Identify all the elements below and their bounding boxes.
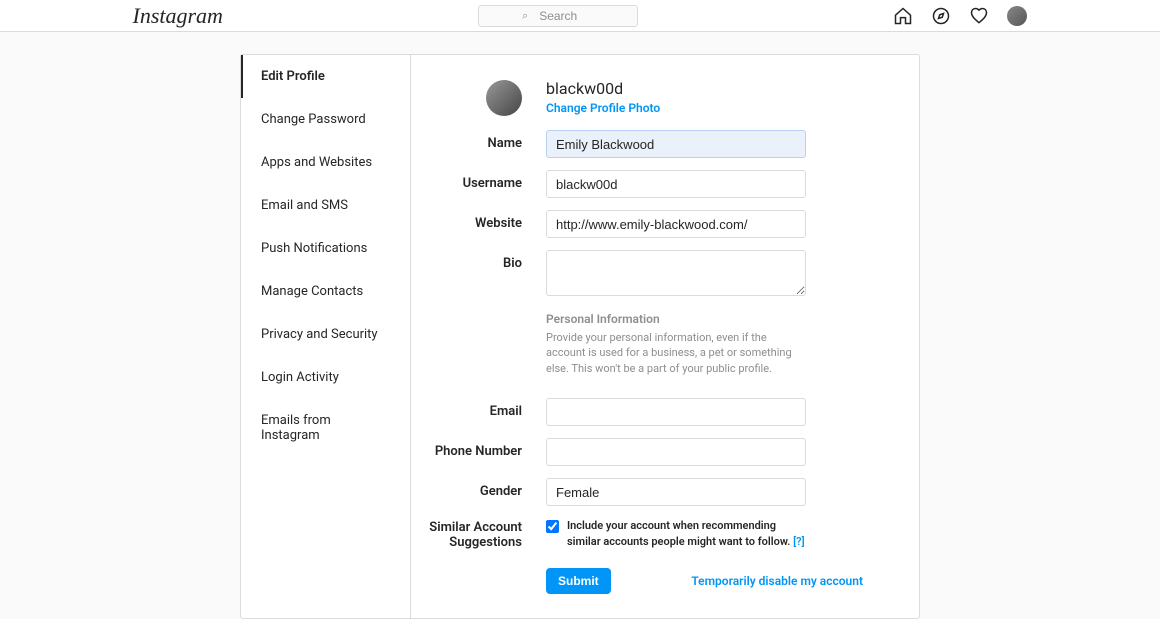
home-icon[interactable] <box>893 6 913 26</box>
similar-accounts-checkbox[interactable] <box>546 520 559 533</box>
sidebar-item-login-activity[interactable]: Login Activity <box>241 356 410 399</box>
sidebar-item-emails-instagram[interactable]: Emails from Instagram <box>241 399 410 457</box>
similar-help-link[interactable]: [?] <box>793 535 804 548</box>
sidebar-item-apps-websites[interactable]: Apps and Websites <box>241 141 410 184</box>
edit-profile-form: blackw00d Change Profile Photo Name User… <box>411 55 919 618</box>
avatar[interactable] <box>1007 6 1027 26</box>
email-label: Email <box>411 398 546 419</box>
search-wrap: ⌕ <box>478 5 638 27</box>
settings-container: Edit Profile Change Password Apps and We… <box>240 54 920 619</box>
email-input[interactable] <box>546 398 806 426</box>
name-label: Name <box>411 130 546 151</box>
disable-account-link[interactable]: Temporarily disable my account <box>691 574 863 588</box>
sidebar-item-change-password[interactable]: Change Password <box>241 98 410 141</box>
nav-icons <box>893 6 1027 26</box>
search-input[interactable] <box>478 5 638 27</box>
sidebar-item-push-notifications[interactable]: Push Notifications <box>241 227 410 270</box>
gender-label: Gender <box>411 478 546 499</box>
instagram-logo[interactable]: Instagram <box>133 3 223 29</box>
profile-avatar[interactable] <box>486 80 522 116</box>
website-input[interactable] <box>546 210 806 238</box>
username-input[interactable] <box>546 170 806 198</box>
top-nav: Instagram ⌕ <box>0 0 1160 32</box>
heart-icon[interactable] <box>969 6 989 26</box>
phone-label: Phone Number <box>411 438 546 459</box>
submit-button[interactable]: Submit <box>546 568 611 594</box>
similar-label: Similar Account Suggestions <box>411 518 546 550</box>
bio-textarea[interactable] <box>546 250 806 296</box>
sidebar-item-manage-contacts[interactable]: Manage Contacts <box>241 270 410 313</box>
similar-accounts-checkbox-label: Include your account when recommending s… <box>567 518 806 549</box>
gender-input[interactable] <box>546 478 806 506</box>
sidebar-item-edit-profile[interactable]: Edit Profile <box>241 55 410 98</box>
bio-label: Bio <box>411 250 546 271</box>
change-profile-photo-link[interactable]: Change Profile Photo <box>546 101 660 115</box>
phone-input[interactable] <box>546 438 806 466</box>
personal-info-description: Provide your personal information, even … <box>546 330 806 376</box>
sidebar-item-email-sms[interactable]: Email and SMS <box>241 184 410 227</box>
explore-icon[interactable] <box>931 6 951 26</box>
sidebar-item-privacy-security[interactable]: Privacy and Security <box>241 313 410 356</box>
personal-info-heading: Personal Information <box>546 312 875 326</box>
username-label: Username <box>411 170 546 191</box>
profile-username-heading: blackw00d <box>546 79 660 98</box>
settings-sidebar: Edit Profile Change Password Apps and We… <box>241 55 411 618</box>
website-label: Website <box>411 210 546 231</box>
name-input[interactable] <box>546 130 806 158</box>
